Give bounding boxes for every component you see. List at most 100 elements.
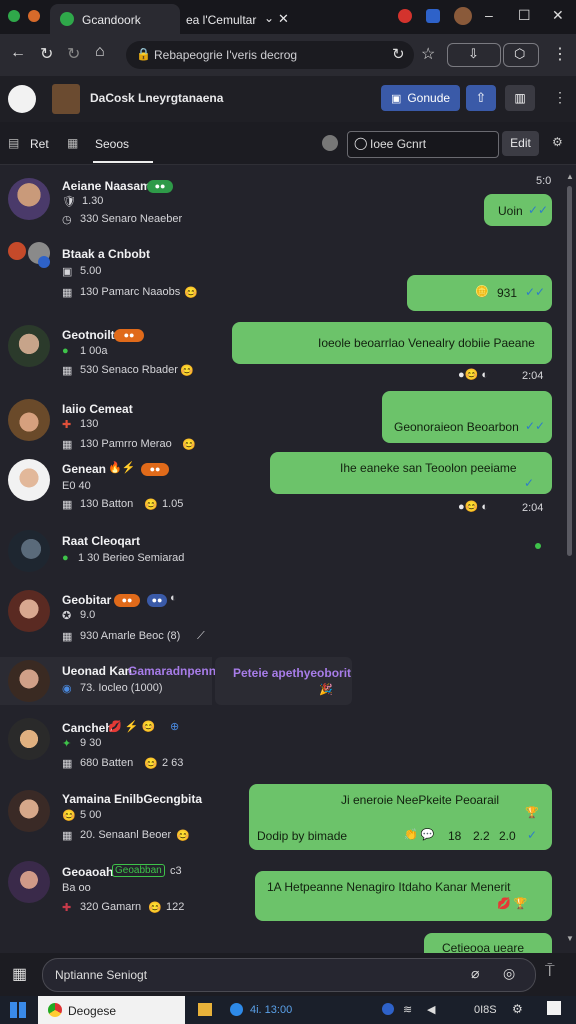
message-bubble[interactable]: 🪙 931 ✓✓ [407,275,552,311]
item-line2: 320 Gamarn [80,901,142,913]
settings-gear-icon[interactable]: ⚙ [552,135,563,149]
emoji-icon: 😊 [62,810,76,822]
maximize-button[interactable]: ☐ [518,7,531,24]
taskbar-app2-label[interactable]: 4i. 13:00 [250,1004,292,1016]
forward-arrow-icon[interactable]: ↻ [40,44,53,64]
tray-icon[interactable] [382,1003,394,1015]
tray-settings-icon[interactable]: ⚙ [512,1002,523,1016]
list-item[interactable]: Genean 🔥⚡ ●● E0 40 ▦ 130 Batton 😊 1.05 [0,456,240,518]
emoji-picker-icon[interactable]: ◎ [503,965,515,982]
message-time: 2:04 [522,370,544,382]
home-icon[interactable]: ⌂ [95,43,105,61]
shield-icon: 🛡 [62,196,76,208]
extension-blue-icon[interactable] [426,9,440,23]
tab-ret[interactable]: ▤ Ret [8,136,58,152]
list-item[interactable]: Btaak a Cnbobt ▣ 5.00 ▦ 130 Pamarc Naaob… [0,240,240,304]
message-bubble-received[interactable]: Peteie apethyeoborit 🎉 [215,657,352,705]
message-input-placeholder: Nptianne Seniogt [55,968,148,982]
list-item[interactable]: Iaiio Cemeat ✚ 130 ▦ 130 Pamrro Merao 😊 [0,396,240,458]
edge-icon[interactable] [230,1003,243,1016]
message-text: Uoin [498,204,523,218]
profile-avatar[interactable] [454,7,472,25]
edit-button[interactable]: Edit [502,131,539,156]
send-icon[interactable]: ⍑ [545,963,555,981]
menu-icon[interactable]: ⋮ [552,44,568,64]
list-item[interactable]: Aeiane Naasam ●● 🛡 1.30 ◷ 330 Senaro Nea… [0,175,240,235]
emoji-icon: 😊 [144,758,158,770]
more-options-icon[interactable]: ⋮ [553,89,567,106]
app-avatar[interactable] [52,84,80,114]
app-logo [8,85,36,113]
message-bubble[interactable]: 1A Hetpeanne Nenagiro Itdaho Kanar Mener… [255,871,552,921]
status-badge-blue: ●● [147,594,167,607]
tab-seoos[interactable]: ▦ Seoos [67,136,155,164]
start-button-icon[interactable] [10,1002,26,1018]
stat-2: 2.2 [473,829,490,843]
list-item[interactable]: Geoaoah Geoabban c3 Ba oo ✚ 320 Gamarn 😊… [0,858,240,920]
close-window-button[interactable]: ✕ [552,7,564,24]
apps-grid-icon[interactable]: ▦ [12,964,27,984]
chat-scrollbar[interactable]: ▲ ▼ [566,172,574,943]
browser-tab[interactable]: ea l'Cemultar ⌄ ✕ [186,4,292,34]
bookmark-star-icon[interactable]: ☆ [421,44,435,64]
reactions-icon[interactable]: ●😊 ◐ [458,500,488,513]
reload-icon[interactable]: ↻ [67,44,80,64]
calendar-icon: ▦ [62,631,73,643]
reload-page-icon[interactable]: ↻ [392,45,405,63]
read-receipt-icon: ✓ [527,828,538,842]
message-bubble-partial[interactable]: Cetieooa ueare [424,933,552,953]
message-bubble[interactable]: Ioeole beoarrlao Venealry dobiie Paeane [232,322,552,364]
list-item[interactable]: Geotnoilt ●● ● 1 00a ▦ 530 Senaco Rbader… [0,322,225,384]
search-input[interactable]: ◯ Ioee Gcnrt [347,131,499,158]
taskbar-app-browser[interactable]: Deogese [38,996,185,1024]
scroll-down-icon[interactable]: ▼ [566,934,574,943]
message-bubble[interactable]: Ihe eaneke san Teoolon peeiame ✓ [270,452,552,494]
list-item[interactable]: Geobitar ●● ●● ◐ ✪ 9.0 ▦ 930 Amarle Beoc… [0,587,240,649]
message-text: Peteie apethyeoborit [233,666,352,680]
scrollbar-thumb[interactable] [567,186,572,556]
address-bar[interactable]: 🔒 Rebapeogrie I'veris decrog ↻ [126,41,414,69]
volume-icon[interactable]: ◀ [427,1003,435,1016]
close-tab-icon[interactable]: ✕ [278,11,289,27]
file-explorer-icon[interactable] [198,1003,212,1016]
calendar-icon: ▦ [62,830,73,842]
book-icon: ▥ [514,91,526,105]
browser-tab-active[interactable]: Gcandoork [50,4,180,34]
status-icon[interactable] [322,135,338,151]
minimize-button[interactable]: – [485,7,493,23]
back-arrow-icon[interactable]: ← [10,44,26,62]
list-item-highlighted[interactable]: Ueonad Kan Gamaradnpenne ◉ 73. Iocleo (1… [0,657,223,705]
browser-extension-icon[interactable] [28,10,40,22]
edit-icon[interactable]: ⟋ [197,630,205,643]
downloads-button[interactable]: ⇩ [447,43,501,67]
item-line2: 530 Senaco Rbader [80,364,178,376]
list-item[interactable]: Cancheh 💋 ⚡ 😊 ⊕ ✦ 9 30 ▦ 680 Batten 😊 2 … [0,715,240,777]
system-clock[interactable]: 0I8S [474,1004,497,1016]
message-input[interactable]: Nptianne Seniogt ⌀ ◎ [42,958,536,992]
clock-icon: ◷ [62,214,72,226]
upload-button[interactable]: ⇧ [466,85,496,111]
list-item[interactable]: Yamaina EnilbGecngbita 😊 5 00 ▦ 20. Sena… [0,787,240,849]
chevron-down-icon[interactable]: ⌄ [264,11,274,25]
layout-button[interactable]: ▥ [505,85,535,111]
browser-app-icon [48,1003,62,1017]
scroll-up-icon[interactable]: ▲ [566,172,574,181]
message-bubble[interactable]: Uoin ✓✓ [484,194,552,226]
contact-name: Geobitar [62,593,112,607]
message-bubble[interactable]: Geonoraieon Beoarbon ✓✓ [382,391,552,443]
message-bubble[interactable]: Ji eneroie NeePkeite Peoarail 🏆 Dodip by… [249,784,552,850]
contact-name: Aeiane Naasam [62,179,151,193]
avatar [8,399,50,441]
extension-red-icon[interactable] [398,9,412,23]
attach-icon[interactable]: ⌀ [471,965,479,982]
reactions-icon[interactable]: ●😊 ◐ [458,368,488,381]
browser-profile-icon[interactable] [8,10,20,22]
item-line1: 5 00 [80,809,102,821]
notification-icon[interactable] [547,1001,561,1015]
emoji-icon: 😊 [182,439,196,451]
primary-action-button[interactable]: ▣ Gonude [381,85,460,111]
extensions-button[interactable]: ⬡ [503,43,539,67]
list-item[interactable]: Raat Cleoqart ● 1 30 Berieo Semiarad [0,527,240,581]
wifi-icon[interactable]: ≋ [403,1003,412,1016]
contact-name: Cancheh [62,721,113,735]
